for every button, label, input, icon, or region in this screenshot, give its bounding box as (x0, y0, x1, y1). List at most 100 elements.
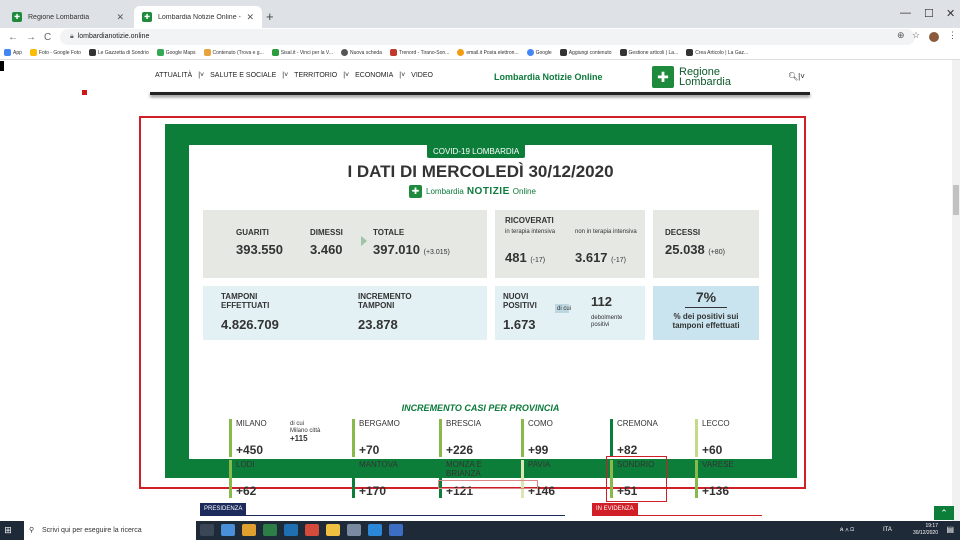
totale-delta: (+3.015) (423, 249, 450, 256)
language-indicator[interactable]: ITA (883, 521, 892, 540)
minimize-icon[interactable]: — (900, 7, 911, 19)
nav-attualita[interactable]: ATTUALITÀ (155, 72, 192, 79)
scroll-thumb[interactable] (953, 185, 959, 215)
bookmark-item[interactable]: App (4, 49, 22, 56)
app-icon[interactable] (389, 524, 403, 536)
province-brescia: BRESCIA +226 (439, 419, 509, 457)
covid-infographic: COVID-19 LOMBARDIA I DATI DI MERCOLEDÌ 3… (189, 145, 772, 502)
covid-tag: COVID-19 LOMBARDIA (427, 145, 526, 158)
decessi-value: 25.038 (665, 242, 705, 257)
star-icon[interactable]: ☆ (912, 30, 920, 41)
bookmark-item[interactable]: Crea Articolo | La Gaz... (686, 49, 748, 56)
bookmark-item[interactable]: Contenuto (Trova e g... (203, 49, 264, 56)
close-tab-icon[interactable]: ✕ (116, 12, 124, 23)
favicon-icon: ✚ (142, 12, 152, 22)
close-tab-icon[interactable]: ✕ (246, 12, 254, 23)
page-content: ATTUALITÀ |˅ SALUTE E SOCIALE |˅ TERRITORI… (0, 60, 960, 521)
windows-taskbar: ⊞ ⚲ Scrivi qui per eseguire la ricerca ጰ… (0, 521, 960, 540)
section-divider (200, 515, 565, 516)
nav-economia[interactable]: ECONOMIA (355, 72, 393, 79)
navbar-divider (150, 92, 810, 95)
province-cremona: CREMONA +82 (610, 419, 680, 457)
bookmark-item[interactable]: Nuova scheda (340, 49, 382, 56)
tab-lombardia-notizie[interactable]: ✚ Lombardia Notizie Online - Homep ✕ (134, 6, 262, 28)
nav-salute[interactable]: SALUTE E SOCIALE (210, 72, 276, 79)
bookmark-item[interactable]: Gestione articoli | La... (619, 49, 678, 56)
close-window-icon[interactable]: ✕ (946, 7, 955, 20)
zoom-icon[interactable]: ⊕ (897, 30, 905, 41)
bookmark-item[interactable]: Aggiungi contenuto (559, 49, 612, 56)
new-positives-box: NUOVI POSITIVI 1.673 di cui 112 debolment… (495, 286, 645, 340)
di-cui-label: di cui (557, 306, 572, 312)
new-tab-button[interactable]: + (266, 9, 274, 24)
bookmark-item[interactable]: Foto - Google Foto (29, 49, 81, 56)
guariti-label: GUARITI (236, 228, 269, 237)
site-title[interactable]: Lombardia Notizie Online (494, 72, 603, 82)
dimessi-value: 3.460 (310, 242, 343, 257)
section-divider (592, 515, 762, 516)
avatar[interactable] (929, 32, 939, 42)
apps-icon (4, 49, 11, 56)
rl-logo-icon: ✚ (652, 66, 674, 88)
nav-video[interactable]: VIDEO (411, 72, 433, 79)
bookmark-icon (389, 49, 397, 56)
province-como: COMO +99 (521, 419, 591, 457)
forward-icon[interactable]: → (26, 32, 36, 43)
back-icon[interactable]: ← (8, 32, 18, 43)
nuovi-positivi-value: 1.673 (503, 317, 536, 332)
bookmark-item[interactable]: Le Gazzetta di Sondrio (88, 49, 149, 56)
tray-icons[interactable]: ጰ ∧ ⊡ (840, 521, 854, 540)
bookmark-item[interactable]: Trenord - Tirano-Son... (389, 49, 449, 56)
province-mantova: MANTOVA +170 (352, 460, 422, 498)
ti-value: 481 (505, 250, 527, 265)
regione-lombardia-logo[interactable]: ✚ Regione Lombardia (652, 66, 731, 88)
debolmente-value: 112 (591, 294, 612, 309)
tab-regione-lombardia[interactable]: ✚ Regione Lombardia ✕ (4, 6, 132, 28)
totale-value: 397.010 (373, 242, 420, 257)
chevron-down-icon[interactable]: |˅ (198, 72, 204, 79)
scrollbar[interactable] (952, 60, 960, 521)
bookmark-icon (271, 49, 279, 56)
milano-city-note: di cui Milano città +115 (290, 421, 321, 443)
search-icon: ⚲ (29, 527, 35, 534)
task-view-icon[interactable] (200, 524, 214, 536)
url-input[interactable]: 🔒︎ lombardianotizie.online (60, 29, 915, 45)
tab-title: Lombardia Notizie Online - Homep (158, 13, 242, 21)
menu-icon[interactable]: ⋮ (948, 30, 957, 41)
chevron-down-icon[interactable]: |˅ (343, 72, 349, 79)
reload-icon[interactable]: C (44, 32, 51, 43)
rl-logo-line2: Lombardia (679, 76, 731, 88)
bookmark-item[interactable]: email.it Posta elettron... (457, 49, 519, 56)
mail-icon[interactable] (284, 524, 298, 536)
province-monza-brianza: MONZA E BRIANZA +121 (439, 460, 514, 498)
chrome-icon[interactable] (305, 524, 319, 536)
app-icon[interactable] (347, 524, 361, 536)
caption-highlight (438, 480, 538, 489)
bookmark-item[interactable]: Google Maps (156, 49, 196, 56)
explorer-icon[interactable] (326, 524, 340, 536)
app-icon[interactable] (221, 524, 235, 536)
taskbar-search[interactable]: ⚲ Scrivi qui per eseguire la ricerca (24, 521, 196, 540)
windows-start-icon[interactable]: ⊞ (0, 521, 16, 540)
edge-icon[interactable] (368, 524, 382, 536)
bookmark-item[interactable]: Sisal.it - Vinci per la V... (271, 49, 333, 56)
bookmark-item[interactable]: Google (526, 49, 552, 56)
back-to-top-button[interactable]: ⌃ (934, 506, 954, 520)
pct-label: % dei positivi sui tamponi effettuati (672, 312, 740, 330)
maximize-icon[interactable]: ☐ (924, 7, 934, 20)
nav-territorio[interactable]: TERRITORIO (294, 72, 337, 79)
notification-icon[interactable]: ▤ (946, 525, 954, 534)
store-icon[interactable] (242, 524, 256, 536)
pct-value: 7% (695, 289, 717, 305)
clock[interactable]: 19:17 30/12/2020 (913, 523, 938, 537)
chevron-down-icon[interactable]: |˅ (282, 72, 288, 79)
google-icon (526, 49, 534, 56)
search-icon[interactable]: 🔍︎|˅ (788, 72, 805, 81)
page-edge-mark (0, 61, 4, 71)
chevron-down-icon[interactable]: |˅ (399, 72, 405, 79)
percentage-box: 7% % dei positivi sui tamponi effettuati (653, 286, 759, 340)
clock-date: 30/12/2020 (912, 530, 938, 536)
address-bar-row: ← → C 🔒︎ lombardianotizie.online ⊕ ☆ ⋮ (0, 28, 960, 46)
app-icon[interactable] (263, 524, 277, 536)
clock-time: 19:17 (925, 523, 938, 529)
